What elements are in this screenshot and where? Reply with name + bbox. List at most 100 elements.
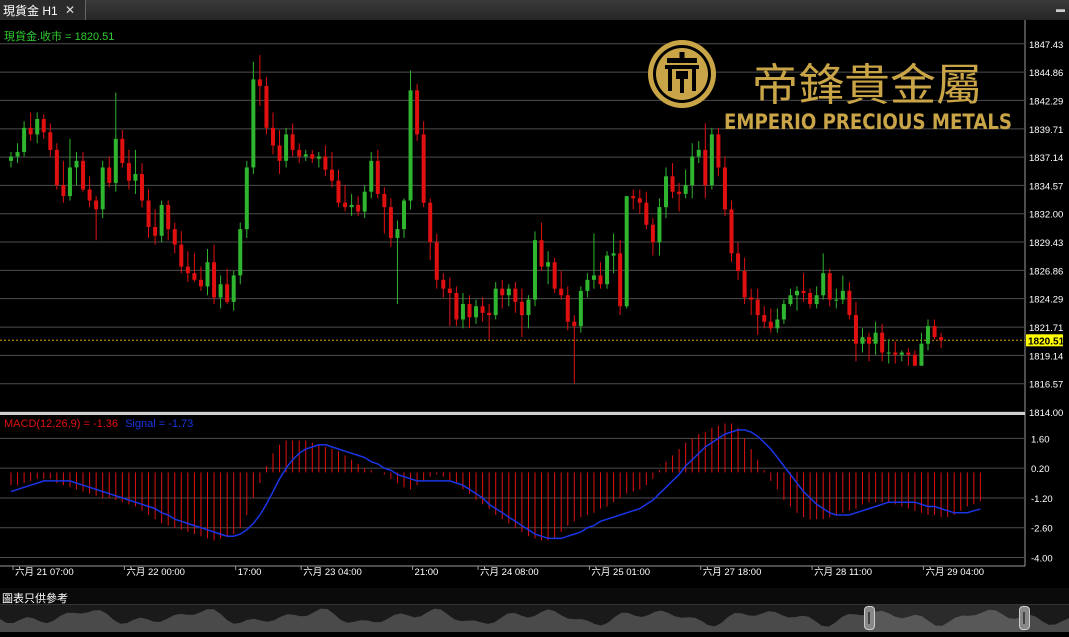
candle-body	[41, 119, 46, 133]
candle-body	[867, 337, 872, 344]
navigator-preview	[0, 605, 1069, 632]
candle-body	[231, 275, 236, 302]
candle-body	[591, 275, 596, 280]
x-tick-label: 六月 29 04:00	[925, 566, 984, 578]
chart-area[interactable]: 1814.00 1816.57 1819.14 1821.71 1824.29 1826.…	[0, 20, 1069, 588]
candle-body	[500, 288, 505, 296]
candle-body	[853, 315, 858, 344]
candle-body	[533, 240, 537, 300]
candle-body	[290, 134, 295, 150]
navigator-left-handle[interactable]	[864, 606, 875, 630]
candle-body	[277, 145, 282, 161]
candle-body	[264, 85, 269, 128]
window-menu-icon[interactable]: ▬	[1056, 4, 1065, 14]
candle-body	[244, 167, 249, 230]
candle-body	[768, 321, 773, 329]
candle-body	[677, 191, 682, 194]
candle-body	[598, 275, 603, 285]
candle-body	[140, 174, 144, 201]
navigator-window[interactable]	[868, 605, 1025, 632]
candle-body	[100, 167, 105, 210]
candle-body	[172, 229, 177, 245]
candle-body	[349, 204, 354, 208]
candle-body	[434, 242, 439, 280]
candle-body	[395, 229, 400, 238]
candle-body	[690, 156, 695, 186]
candle-body	[336, 180, 341, 203]
candle-body	[683, 185, 688, 194]
price-tick-label: 1832.00	[1029, 210, 1063, 221]
macd-legend: MACD(12,26,9) = -1.36 Signal = -1.73	[4, 418, 193, 430]
x-tick-label: 17:00	[238, 567, 262, 578]
candle-body	[932, 326, 937, 338]
candle-body	[559, 288, 564, 296]
candle-body	[120, 138, 125, 164]
candle-body	[48, 132, 53, 150]
candle-body	[316, 156, 321, 159]
candle-body	[736, 253, 741, 272]
close-icon[interactable]: ✕	[65, 3, 75, 17]
candle-body	[650, 224, 655, 243]
candle-body	[225, 284, 230, 302]
chart-tab[interactable]: 現貨金 H1 ✕	[0, 0, 86, 20]
macd-tick-label: -4.00	[1031, 553, 1053, 564]
candle-body	[899, 352, 904, 355]
candle-body	[847, 290, 852, 316]
candle-body	[284, 134, 289, 161]
candle-body	[926, 326, 930, 344]
x-tick-label: 21:00	[415, 567, 439, 578]
emperio-emblem-icon	[648, 40, 716, 108]
candle-body	[912, 354, 917, 366]
candle-body	[257, 79, 262, 86]
candle-body	[54, 149, 59, 186]
candle-body	[480, 306, 485, 313]
candle-body	[703, 149, 708, 186]
panel-divider[interactable]	[0, 412, 1025, 415]
candle-body	[447, 288, 452, 294]
candle-body	[238, 229, 243, 276]
macd-tick-label: -1.20	[1031, 494, 1053, 505]
candle-body	[81, 160, 86, 190]
candle-body	[840, 290, 845, 300]
candle-body	[329, 169, 334, 181]
candle-body	[185, 266, 190, 274]
x-tick-label: 六月 28 11:00	[814, 566, 872, 578]
candle-body	[637, 198, 642, 203]
candle-body	[375, 160, 380, 194]
price-tick-label: 1847.43	[1029, 40, 1063, 51]
candle-body	[513, 288, 518, 302]
chart-navigator-scrollbar[interactable]	[0, 604, 1069, 632]
candle-body	[814, 295, 819, 305]
candle-body	[382, 193, 387, 208]
candle-body	[428, 202, 433, 243]
price-tick-label: 1821.71	[1029, 323, 1063, 334]
candle-body	[552, 262, 557, 289]
candle-body	[61, 185, 66, 197]
candle-body	[755, 299, 760, 316]
candle-body	[166, 204, 171, 230]
time-x-axis: 六月 21 07:00 六月 22 00:00 17:00 六月 23 04:00 21…	[12, 566, 984, 578]
candle-body	[808, 293, 813, 305]
chart-tab-title: 現貨金 H1	[3, 3, 58, 18]
candle-body	[9, 156, 13, 161]
candle-body	[28, 127, 33, 135]
candle-body	[880, 332, 885, 353]
candle-body	[624, 196, 629, 307]
candle-body	[179, 244, 184, 267]
candle-body	[107, 167, 112, 183]
macd-tick-label: 1.60	[1031, 434, 1050, 445]
last-price-tag: 1820.51	[1028, 336, 1065, 347]
candle-body	[454, 293, 459, 320]
candle-body	[205, 262, 210, 287]
candle-body	[762, 315, 767, 322]
candle-body	[94, 200, 99, 210]
candle-body	[644, 202, 649, 225]
x-tick-label: 六月 27 18:00	[703, 566, 762, 578]
candle-body	[362, 191, 367, 212]
price-tick-label: 1826.86	[1029, 266, 1063, 277]
logo-chinese-text: 帝鋒貴金屬	[752, 60, 982, 111]
navigator-right-handle[interactable]	[1019, 606, 1030, 630]
price-tick-label: 1837.14	[1029, 153, 1063, 164]
x-tick-label: 六月 24 08:00	[480, 566, 539, 578]
price-tick-label: 1829.43	[1029, 238, 1063, 249]
